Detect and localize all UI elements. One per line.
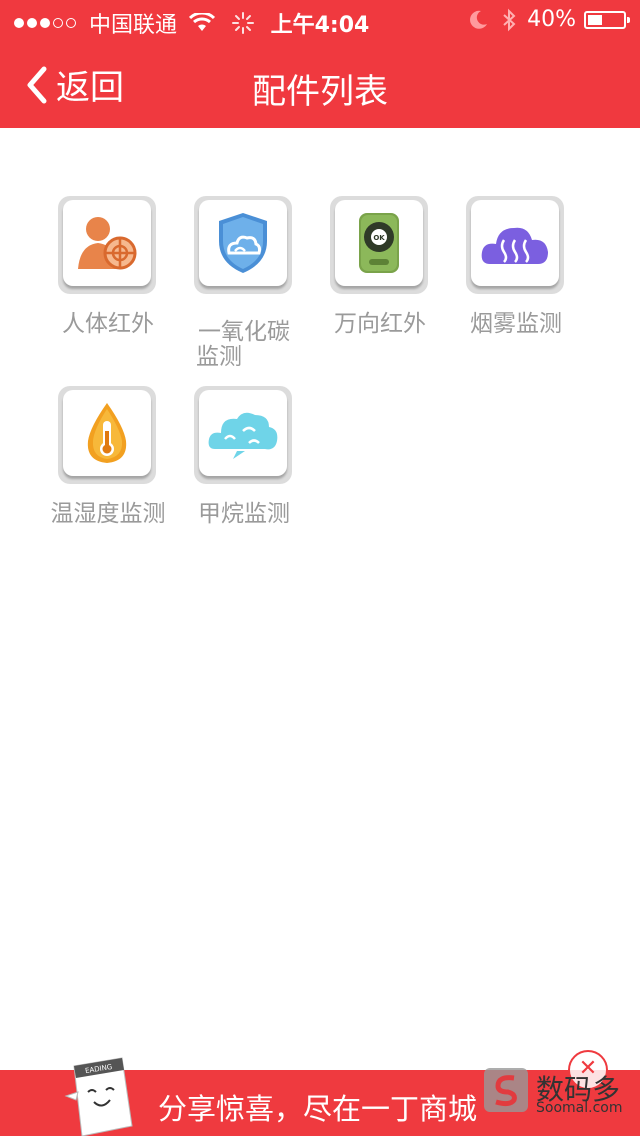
temperature-drop-icon — [87, 403, 127, 463]
accessory-label: 温湿度监测 — [50, 501, 166, 527]
svg-text:OK: OK — [373, 234, 385, 242]
accessory-label: 烟雾监测 — [470, 311, 562, 337]
smoke-cloud-icon — [481, 227, 548, 264]
navigation-bar: 返回 配件列表 — [0, 40, 640, 128]
watermark-subtext: Soomal.com — [536, 1100, 623, 1116]
page-title: 配件列表 — [252, 72, 388, 112]
bluetooth-icon — [503, 8, 516, 31]
promo-text: 分享惊喜，尽在一丁商城 — [158, 1092, 478, 1126]
soomal-logo-icon — [484, 1068, 528, 1112]
status-bar: 中国联通 上午4:04 40% — [0, 0, 640, 40]
accessory-label: 人体红外 — [62, 311, 154, 337]
battery-percent: 40% — [527, 7, 576, 32]
battery-icon — [584, 10, 630, 29]
accessory-label: 一氧化碳 监测 — [196, 319, 290, 370]
do-not-disturb-moon-icon — [470, 10, 488, 29]
human-infrared-icon — [78, 217, 137, 270]
header-bar: 中国联通 上午4:04 40% 返回 配件列表 — [0, 0, 640, 128]
accessory-label: 甲烷监测 — [198, 501, 290, 527]
mascot-icon: EADING — [64, 1057, 133, 1136]
methane-cloud-icon — [208, 412, 278, 459]
accessory-label: 万向红外 — [334, 311, 426, 337]
carbon-monoxide-icon — [219, 213, 267, 273]
universal-remote-icon: OK — [359, 213, 399, 273]
